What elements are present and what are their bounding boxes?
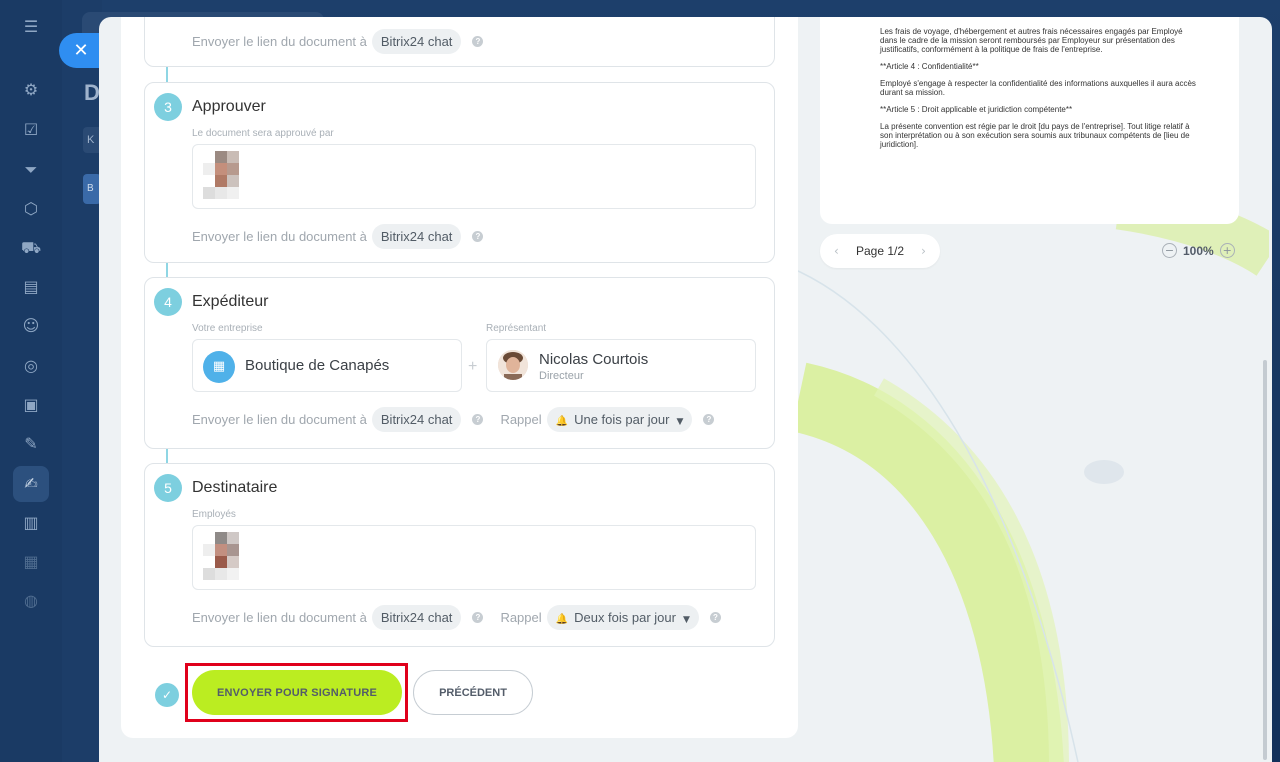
chevron-down-icon: ▼ [682,615,690,625]
help-icon[interactable]: ? [703,414,715,425]
sign-icon[interactable]: ✍ [21,474,41,494]
bell-icon: 🔔 [555,614,569,625]
calendar-icon[interactable]: ▦ [21,552,41,572]
building-icon[interactable]: ▣ [21,395,41,415]
send-link-row: Envoyer le lien du document à Bitrix24 c… [192,224,484,249]
background-title: D [84,80,100,105]
step-sender: 4 Expéditeur Votre entreprise Représenta… [144,277,775,449]
highlight-box [185,663,408,722]
send-link-label: Envoyer le lien du document à [192,34,367,49]
previous-button[interactable]: PRÉCÉDENT [413,670,533,715]
page-indicator: Page 1/2 [855,244,905,258]
avatar [215,532,227,544]
step-number: 3 [154,93,182,121]
channel-chip[interactable]: Bitrix24 chat [371,29,462,54]
representative-name: Nicolas Courtois [539,351,649,368]
plus-icon: + [468,358,478,375]
help-icon[interactable]: ? [709,612,721,623]
zoom-level: 100% [1183,243,1214,258]
box-icon[interactable]: ⬡ [21,199,41,219]
company-label: Votre entreprise [192,323,263,334]
left-navigation-rail: ☰ ⚙ ☑ ⏷ ⬡ ⛟ ▤ ☺ ◎ ▣ ✎ ✍ ▥ ▦ ◍ [0,0,62,762]
document-paragraph: Employé s'engage à respecter la confiden… [880,79,1196,97]
close-slider-button[interactable]: ✕ [59,33,99,68]
help-icon[interactable]: ? [472,36,484,47]
cart-icon[interactable]: ⛟ [21,238,41,258]
approver-label: Le document sera approuvé par [192,128,334,139]
target-icon[interactable]: ◎ [21,356,41,376]
representative-role: Directeur [539,370,584,382]
steps-card: Envoyer le lien du document à Bitrix24 c… [121,17,798,738]
send-link-row: Envoyer le lien du document à Bitrix24 c… [192,605,721,630]
step-title: Approuver [192,98,266,115]
company-field[interactable]: ▦ Boutique de Canapés [192,339,462,392]
help-icon[interactable]: ? [472,231,484,242]
send-link-label: Envoyer le lien du document à [192,610,367,625]
channel-chip[interactable]: Bitrix24 chat [371,224,462,249]
company-icon: ▦ [203,351,235,383]
next-page-icon[interactable]: › [921,244,926,258]
avatar-face-icon [498,350,528,380]
background-strip [62,0,102,762]
reminder-dropdown[interactable]: 🔔 Une fois par jour ▼ [546,407,693,432]
step-title: Destinataire [192,479,278,496]
employees-label: Employés [192,509,236,520]
document-preview[interactable]: Les frais de voyage, d'hébergement et au… [820,17,1239,224]
step-recipient: 5 Destinataire Employés Envoyer le lien … [144,463,775,647]
tasks-icon[interactable]: ☑ [21,120,41,140]
reminder-dropdown[interactable]: 🔔 Deux fois par jour ▼ [546,605,699,630]
document-text: Les frais de voyage, d'hébergement et au… [880,27,1200,157]
send-link-row: Envoyer le lien du document à Bitrix24 c… [192,29,484,54]
representative-avatar [498,350,528,380]
scrollbar[interactable] [1263,360,1267,760]
slider-panel: Envoyer le lien du document à Bitrix24 c… [99,17,1272,762]
chevron-down-icon: ▼ [676,417,684,427]
document-paragraph: **Article 5 : Droit applicable et juridi… [880,105,1073,114]
crm-icon[interactable]: ⚙ [21,80,41,100]
reminder-label: Rappel [500,610,542,625]
zoom-in-icon[interactable]: + [1219,243,1235,258]
avatar [215,151,227,163]
bell-icon: 🔔 [555,416,569,427]
step-number: 4 [154,288,182,316]
pen-icon[interactable]: ✎ [21,434,41,454]
send-link-label: Envoyer le lien du document à [192,412,367,427]
zoom-control: − 100% + [1162,243,1235,258]
robot-icon[interactable]: ☺ [21,316,41,336]
step-number: 5 [154,474,182,502]
channel-chip[interactable]: Bitrix24 chat [371,407,462,432]
representative-label: Représentant [486,323,547,334]
step-partial-top: Envoyer le lien du document à Bitrix24 c… [144,17,775,67]
step-title: Expéditeur [192,293,269,310]
company-name: Boutique de Canapés [245,357,390,374]
help-icon[interactable]: ? [472,414,484,425]
step-approve: 3 Approuver Le document sera approuvé pa… [144,82,775,263]
send-link-label: Envoyer le lien du document à [192,229,367,244]
document-paragraph: La présente convention est régie par le … [880,122,1190,149]
page-navigator: ‹ Page 1/2 › [820,234,940,268]
contacts-icon[interactable]: ▤ [21,277,41,297]
check-icon: ✓ [155,683,179,707]
reminder-value: Deux fois par jour [574,610,676,625]
channel-chip[interactable]: Bitrix24 chat [371,605,462,630]
reminder-value: Une fois par jour [574,412,670,427]
approver-field[interactable] [192,144,756,209]
representative-field[interactable]: Nicolas Courtois Directeur [486,339,756,392]
document-paragraph: Les frais de voyage, d'hébergement et au… [880,27,1183,54]
send-link-row: Envoyer le lien du document à Bitrix24 c… [192,407,715,432]
document-paragraph: **Article 4 : Confidentialité** [880,62,979,71]
menu-icon[interactable]: ☰ [21,17,41,37]
help-icon[interactable]: ? [472,612,484,623]
prev-page-icon[interactable]: ‹ [834,244,839,258]
shield-icon[interactable]: ◍ [21,591,41,611]
zoom-out-icon[interactable]: − [1162,243,1177,258]
reminder-label: Rappel [500,412,542,427]
analytics-icon[interactable]: ▥ [21,513,41,533]
funnel-icon[interactable]: ⏷ [21,160,41,180]
employees-field[interactable] [192,525,756,590]
